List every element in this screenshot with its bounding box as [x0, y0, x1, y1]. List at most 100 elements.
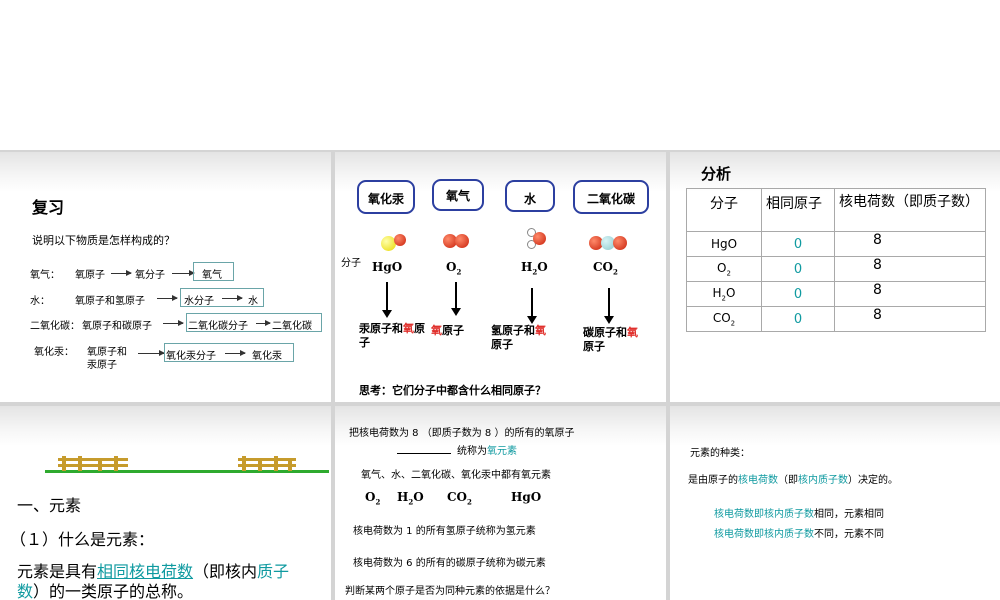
row-step-a: 氧原子和氢原子	[75, 296, 145, 307]
row-label: 二氧化碳：	[30, 321, 80, 332]
header-cell: 核电荷数（即质子数）	[834, 188, 986, 232]
slide-thumbnail-4[interactable]: 一、元素 （１）什么是元素： 元素是具有相同核电荷数（即核内质子 数）的一类原子…	[0, 406, 331, 600]
bubble-label: 水	[523, 192, 536, 206]
slide-title: 分析	[701, 165, 732, 183]
row-step-b: 二氧化碳分子	[188, 321, 248, 332]
formula-text: O	[537, 260, 548, 274]
oxygen-atom-icon	[613, 236, 627, 250]
text-line: 判断某两个原子是否为同种元素的依据是什么？	[345, 586, 555, 597]
slide-title: 元素的种类：	[690, 448, 750, 459]
slide-header-band	[0, 406, 331, 446]
text-highlight: 核内质子数	[798, 475, 848, 486]
decomposition-text: 氧原子	[431, 322, 464, 338]
formula-text: O	[446, 260, 457, 274]
decomposition-text: 汞原子和氧原 子	[359, 322, 425, 350]
text-part: 原子	[442, 324, 464, 337]
formula-o2: O2	[446, 260, 461, 276]
charge-cell: 8	[834, 281, 986, 307]
table-header-row: 分子 相同原子 核电荷数（即质子数）	[686, 188, 986, 232]
atom-cell: 0	[761, 281, 835, 307]
atom-cell: 0	[761, 306, 835, 332]
formula-text: H	[521, 260, 533, 274]
text-part: 是由原子的	[688, 475, 738, 486]
formula-text: CO	[447, 490, 468, 504]
slide-thumbnail-2[interactable]: 氧化汞 氧气 水 二氧化碳 分子 HgO O2 H2O CO2 汞原子和氧原 子…	[335, 152, 666, 402]
formula-h2o: H2O	[397, 490, 424, 506]
sub-heading: （１）什么是元素：	[10, 530, 155, 549]
down-arrow-icon	[604, 288, 614, 324]
text-part: 氢原子和	[491, 324, 535, 337]
formula-text: H	[397, 490, 409, 504]
text-line: 核电荷数为 6 的所有的碳原子统称为碳元素	[353, 558, 546, 569]
think-question: 思考：它们分子中都含什么相同原子？	[359, 384, 546, 397]
row-step-b: 水分子	[184, 296, 214, 307]
slide-thumbnail-6[interactable]: 元素的种类： 是由原子的核电荷数（即核内质子数）决定的。 核电荷数即核内质子数相…	[670, 406, 1000, 600]
speech-bubble: 水	[505, 180, 555, 212]
text-highlight: 相同核电荷数	[97, 562, 194, 581]
molecule-text: CO	[712, 310, 731, 325]
text-line: 核电荷数即核内质子数相同，元素相同	[714, 505, 884, 520]
molecule-cell: H2O	[686, 281, 762, 307]
section-heading: 一、元素	[17, 496, 82, 515]
row-step-a: 氧原子和碳原子	[82, 321, 152, 332]
atom-cell: 0	[761, 231, 835, 257]
table-row: CO2 0 8	[686, 306, 986, 332]
text-part: 原子	[583, 340, 605, 353]
slide-header-band	[0, 152, 331, 192]
slide-thumbnail-5[interactable]: 把核电荷数为 8 （即质子数为 8 ）的所有的氧原子 统称为氧元素 氧气、水、二…	[335, 406, 666, 600]
arrow-icon	[138, 350, 165, 356]
formula-text: O	[413, 490, 424, 504]
oxygen-atom-icon	[394, 234, 406, 246]
text-part: （即	[778, 475, 798, 486]
oxygen-atom-icon	[455, 234, 469, 248]
row-label: 水：	[30, 296, 50, 307]
slide-thumbnail-1[interactable]: 复习 说明以下物质是怎样构成的？ 氧气： 氧原子 氧分子 氧气 水： 氧原子和氢…	[0, 152, 331, 402]
text-part: 统称为	[457, 446, 487, 457]
text-part: 碳原子和	[583, 326, 627, 339]
molecule-text: H	[712, 285, 722, 300]
text-highlight: 氧	[535, 324, 546, 337]
molecule-text: O	[726, 285, 736, 300]
text-highlight: 氧	[403, 322, 414, 335]
text-highlight: 氧	[431, 324, 442, 337]
text-part: 子	[359, 336, 370, 349]
slide-header-band	[670, 406, 1000, 446]
text-part: ）决定的。	[848, 475, 898, 486]
formula-subscript: 2	[375, 497, 381, 507]
formula-text: O	[365, 490, 376, 504]
formula-hgo: HgO	[511, 490, 542, 504]
text-highlight: 核电荷数	[738, 475, 778, 486]
text-highlight: 核电荷数即核内质子数	[714, 509, 814, 520]
row-step-a: 氧原子	[75, 270, 105, 281]
speech-bubble: 氧化汞	[357, 180, 415, 214]
formula-text: CO	[593, 260, 614, 274]
text-part: 原子	[491, 338, 513, 351]
table-row: HgO 0 8	[686, 231, 986, 257]
molecule-cell: HgO	[686, 231, 762, 257]
slide-thumbnail-3[interactable]: 分析 分子 相同原子 核电荷数（即质子数） HgO 0 8 O 2 0 8 H2O…	[670, 152, 1000, 402]
row-label: 氧气：	[30, 270, 60, 281]
arrow-icon	[157, 295, 178, 301]
charge-cell: 8	[834, 256, 986, 282]
row-step-b: 氧化汞分子	[166, 351, 216, 362]
speech-bubble: 氧气	[432, 179, 484, 211]
molecule-subscript: 2	[730, 319, 736, 328]
formula-hgo: HgO	[372, 260, 403, 274]
formula-o2: O2	[365, 490, 380, 506]
oxygen-atom-icon	[533, 232, 546, 245]
text-line: 是由原子的核电荷数（即核内质子数）决定的。	[688, 471, 898, 486]
bubble-label: 二氧化碳	[586, 192, 635, 206]
arrow-icon	[256, 320, 271, 326]
charge-cell: 8	[834, 306, 986, 332]
bubble-label: 氧化汞	[367, 192, 404, 206]
formula-co2: CO2	[593, 260, 618, 276]
text-highlight: 数	[17, 582, 34, 600]
formula-subscript: 2	[613, 267, 618, 277]
text-part: ）的一类原子的总称。	[33, 582, 194, 600]
down-arrow-icon	[382, 282, 392, 318]
text-highlight: 氧元素	[487, 446, 517, 457]
text-part: 相同，元素相同	[814, 509, 884, 520]
text-part: 元素是具有	[17, 562, 98, 581]
row-step-c: 氧气	[202, 270, 222, 281]
text-highlight: 核电荷数即核内质子数	[714, 529, 814, 540]
